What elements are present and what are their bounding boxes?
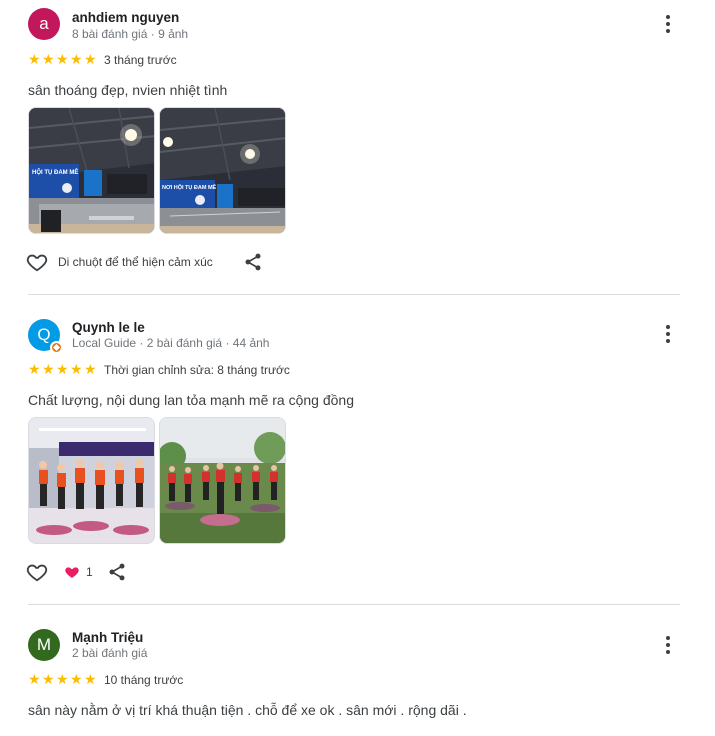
reaction-hint: Di chuột để thể hiện cảm xúc [58,255,213,269]
review-text: sân này nằm ở vị trí khá thuận tiện . ch… [28,702,467,718]
banner-text: HỘI TỤ ĐAM MÊ [32,168,78,176]
more-options-button[interactable] [660,323,676,345]
star-rating: ★ ★ ★ ★ ★ [28,361,97,377]
reviewer-meta: Local Guide · 2 bài đánh giá · 44 ảnh [72,336,270,350]
share-icon[interactable] [243,252,263,272]
review-card: a anhdiem nguyen 8 bài đánh giá · 9 ảnh … [0,0,715,295]
reviewer-name[interactable]: anhdiem nguyen [72,10,179,25]
review-time: 3 tháng trước [104,53,177,67]
review-photo[interactable]: HỘI TỤ ĐAM MÊ [28,107,155,234]
more-vert-icon [666,325,670,329]
review-card: Q Quynh le le Local Guide · 2 bài đánh g… [0,295,715,605]
more-options-button[interactable] [660,634,676,656]
reviewer-meta: 2 bài đánh giá [72,646,148,660]
reaction-count-chip[interactable]: 1 [64,564,93,580]
review-photo[interactable]: NƠI HỘI TỤ ĐAM MÊ [159,107,286,234]
avatar-letter: M [36,635,52,654]
reaction-count: 1 [86,565,93,579]
star-icon: ★ [28,51,41,67]
more-options-button[interactable] [660,13,676,35]
heart-outline-icon[interactable] [26,561,48,583]
reaction-bar: Di chuột để thể hiện cảm xúc [26,251,213,273]
heart-outline-icon[interactable] [26,251,48,273]
star-icon: ★ [56,51,69,67]
review-text: sân thoáng đẹp, nvien nhiệt tình [28,82,228,98]
star-icon: ★ [56,671,69,687]
avatar-letter: a [39,14,49,33]
reaction-bar [26,561,48,583]
star-icon: ★ [70,361,83,377]
reviewer-meta: 8 bài đánh giá · 9 ảnh [72,27,189,41]
avatar[interactable]: M [28,629,60,661]
avatar[interactable]: a [28,8,60,40]
star-rating: ★ ★ ★ ★ ★ [28,51,97,67]
star-icon: ★ [56,361,69,377]
banner-text: NƠI HỘI TỤ ĐAM MÊ [162,183,217,191]
star-icon: ★ [84,51,97,67]
more-vert-icon [666,636,670,640]
heart-filled-icon [65,567,79,578]
review-time: Thời gian chỉnh sửa: 8 tháng trước [104,363,290,377]
star-icon: ★ [42,51,55,67]
share-icon[interactable] [107,562,127,582]
reviewer-name[interactable]: Mạnh Triệu [72,630,143,645]
more-vert-icon [666,15,670,19]
review-photo[interactable] [28,417,155,544]
reviewer-name[interactable]: Quynh le le [72,320,145,335]
star-icon: ★ [42,671,55,687]
star-icon: ★ [84,671,97,687]
star-icon: ★ [70,51,83,67]
review-time: 10 tháng trước [104,673,184,687]
review-photo[interactable] [159,417,286,544]
star-icon: ★ [28,361,41,377]
star-icon: ★ [70,671,83,687]
review-text: Chất lượng, nội dung lan tỏa mạnh mẽ ra … [28,392,354,408]
avatar[interactable]: Q [28,319,63,354]
avatar-letter: Q [37,325,51,344]
local-guide-badge-icon [50,341,63,354]
star-rating: ★ ★ ★ ★ ★ [28,671,97,687]
star-icon: ★ [84,361,97,377]
star-icon: ★ [28,671,41,687]
star-icon: ★ [42,361,55,377]
review-card: M Mạnh Triệu 2 bài đánh giá ★ ★ ★ ★ ★ 10… [0,605,715,736]
